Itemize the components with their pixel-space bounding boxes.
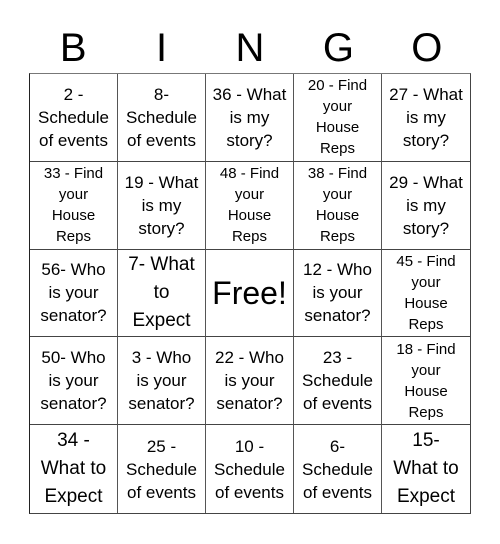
bingo-cell-b3[interactable]: 56- Who is your senator? [30,249,118,338]
bingo-cell-text: 12 - Who is your senator? [303,260,372,326]
bingo-cell-text: 34 - What to Expect [40,430,107,508]
bingo-cell-i4[interactable]: 3 - Who is your senator? [118,337,206,426]
bingo-cell-text: 7- What to Expect [128,253,195,331]
bingo-cell-text: 45 - Find your House Reps [396,252,456,333]
bingo-cell-o4[interactable]: 18 - Find your House Reps [382,337,470,426]
bingo-cell-g5[interactable]: 6- Schedule of events [294,425,382,513]
bingo-cell-text: 29 - What is my story? [389,172,463,238]
header-letter-i: I [156,26,168,70]
header-letter-b: B [59,26,87,70]
bingo-cell-text: 48 - Find your House Reps [219,165,280,246]
bingo-cell-n1[interactable]: 36 - What is my story? [206,74,294,162]
bingo-cell-text: 18 - Find your House Reps [396,340,456,421]
header-letter-n: N [235,26,265,70]
bingo-cell-g4[interactable]: 23 - Schedule of events [294,337,382,426]
bingo-cell-g3[interactable]: 12 - Who is your senator? [294,249,382,338]
bingo-cell-o2[interactable]: 29 - What is my story? [382,162,470,250]
bingo-cell-text: 6- Schedule of events [302,436,373,502]
bingo-cell-text: 10 - Schedule of events [214,436,285,502]
bingo-cell-i3[interactable]: 7- What to Expect [118,249,206,338]
bingo-cell-text: 20 - Find your House Reps [307,77,368,158]
bingo-cell-b1[interactable]: 2 - Schedule of events [30,74,118,162]
bingo-cell-g1[interactable]: 20 - Find your House Reps [294,74,382,162]
bingo-cell-n4[interactable]: 22 - Who is your senator? [206,337,294,426]
bingo-cell-n2[interactable]: 48 - Find your House Reps [206,161,294,250]
bingo-cell-text: 38 - Find your House Reps [307,165,368,246]
bingo-cell-o1[interactable]: 27 - What is my story? [382,74,470,162]
bingo-cell-b2[interactable]: 33 - Find your House Reps [30,161,118,250]
free-space-label: Free! [212,274,287,311]
bingo-cell-n5[interactable]: 10 - Schedule of events [206,425,294,513]
bingo-cell-text: 3 - Who is your senator? [128,348,195,414]
bingo-cell-text: 8- Schedule of events [126,84,197,150]
bingo-cell-text: 27 - What is my story? [389,84,463,150]
bingo-header: B I N G O [29,24,471,72]
header-letter-g: G [322,26,354,70]
bingo-cell-text: 56- Who is your senator? [40,260,107,326]
bingo-cell-text: 19 - What is my story? [124,172,199,238]
bingo-cell-text: 2 - Schedule of events [38,84,109,150]
bingo-cell-text: 15- What to Expect [393,430,459,508]
bingo-cell-o5[interactable]: 15- What to Expect [382,425,470,513]
bingo-cell-b4[interactable]: 50- Who is your senator? [30,337,118,426]
bingo-card-grid: 2 - Schedule of events 8- Schedule of eve… [29,73,471,514]
bingo-cell-o3[interactable]: 45 - Find your House Reps [382,250,470,338]
bingo-cell-b5[interactable]: 34 - What to Expect [30,425,118,513]
bingo-cell-text: 50- Who is your senator? [40,348,107,414]
bingo-cell-i5[interactable]: 25 - Schedule of events [118,425,206,513]
bingo-cell-text: 36 - What is my story? [212,84,287,150]
bingo-cell-text: 25 - Schedule of events [126,436,197,502]
bingo-cell-i1[interactable]: 8- Schedule of events [118,74,206,162]
bingo-cell-g2[interactable]: 38 - Find your House Reps [294,161,382,250]
free-space-cell[interactable]: Free! [206,249,294,338]
bingo-cell-text: 33 - Find your House Reps [43,165,104,246]
bingo-cell-text: 23 - Schedule of events [302,348,373,414]
bingo-cell-i2[interactable]: 19 - What is my story? [118,161,206,250]
bingo-cell-text: 22 - Who is your senator? [215,348,284,414]
header-letter-o: O [411,26,443,70]
